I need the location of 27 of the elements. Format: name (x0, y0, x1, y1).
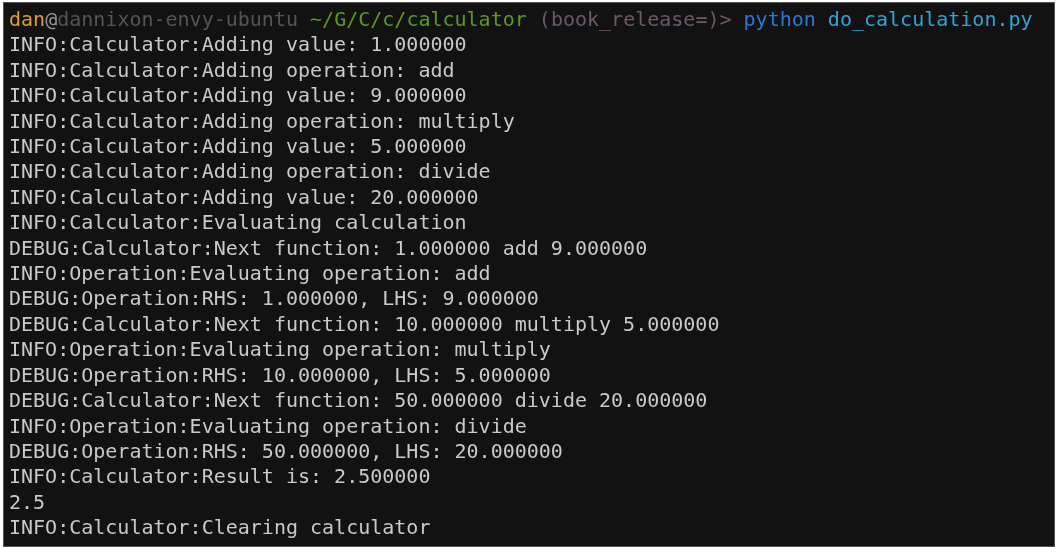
output-line: DEBUG:Calculator:Next function: 50.000000 divide 20.000000 (9, 388, 708, 414)
output-line: INFO:Operation:Evaluating operation: add (9, 261, 491, 287)
command-text: python (743, 7, 816, 33)
output-line: DEBUG:Operation:RHS: 1.000000, LHS: 9.000000 (9, 286, 539, 312)
output-line: INFO:Calculator:Adding value: 5.000000 (9, 134, 467, 160)
output-line: INFO:Operation:Evaluating operation: multiply (9, 337, 551, 363)
command-argument: do_calculation.py (827, 7, 1033, 33)
output-line: INFO:Calculator:Adding value: 20.000000 (9, 184, 479, 211)
output-line: INFO:Operation:Evaluating operation: divide (9, 413, 527, 439)
output-line: INFO:Calculator:Adding operation: divide (9, 159, 491, 185)
output-line: INFO:Calculator:Adding operation: multiply (9, 108, 515, 135)
output-line: INFO:Calculator:Evaluating calculation (9, 210, 467, 236)
prompt-host: dannixon-envy-ubuntu (57, 7, 298, 33)
output-line: DEBUG:Calculator:Next function: 10.000000 multiply 5.000000 (9, 311, 720, 338)
output-line: DEBUG:Calculator:Next function: 1.000000 add 9.000000 (9, 235, 648, 262)
output-line: DEBUG:Operation:RHS: 10.000000, LHS: 5.000000 (9, 362, 551, 389)
prompt-user: dan (9, 7, 46, 33)
output-line: INFO:Calculator:Adding value: 1.000000 (9, 32, 467, 58)
prompt-git-branch: (book_release=)> (538, 7, 732, 33)
output-line: DEBUG:Operation:RHS: 50.000000, LHS: 20.000000 (9, 438, 563, 465)
output-line: 2.5 (9, 489, 46, 516)
output-line: INFO:Calculator:Adding operation: add (9, 57, 455, 84)
output-line: INFO:Calculator:Result is: 2.500000 (9, 464, 431, 490)
output-line: INFO:Calculator:Clearing calculator (9, 515, 431, 541)
prompt-at-sign: @ (45, 7, 58, 33)
output-line: INFO:Calculator:Adding value: 9.000000 (9, 83, 467, 109)
prompt-path: ~/G/C/c/calculator (310, 7, 527, 33)
